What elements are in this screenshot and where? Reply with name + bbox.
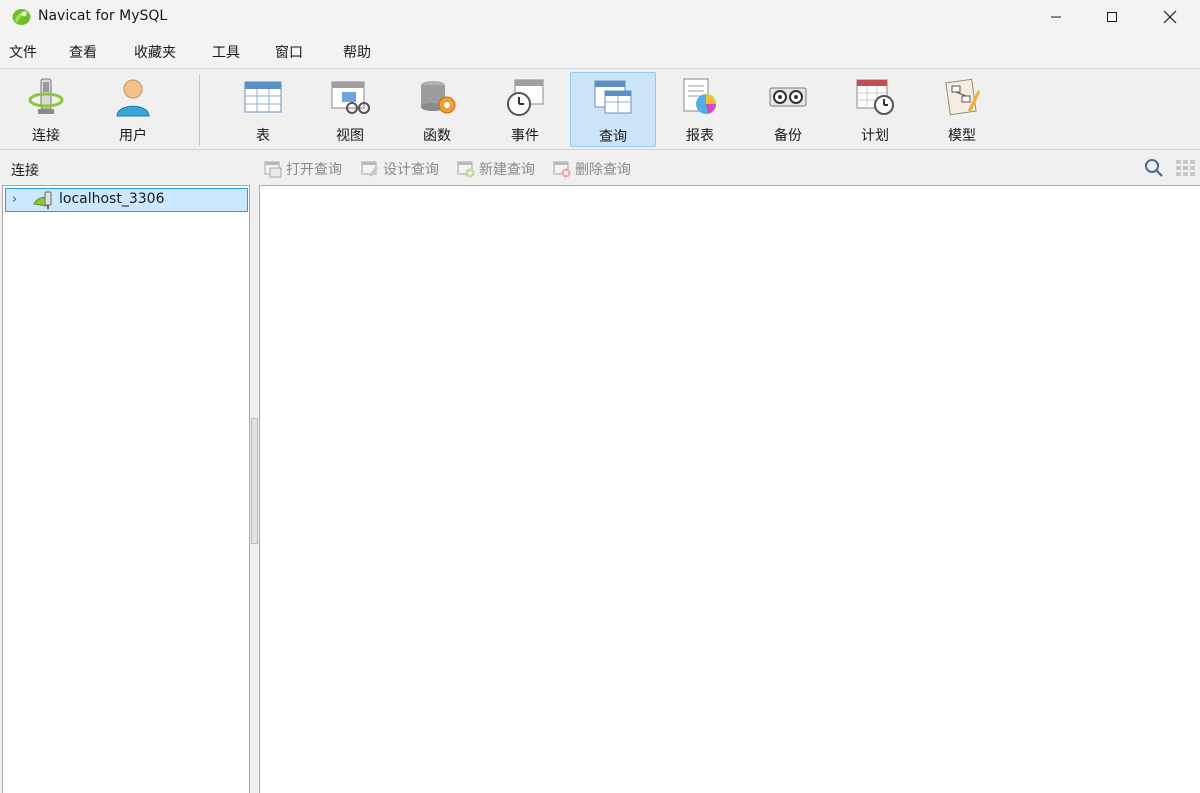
report-icon xyxy=(683,78,716,114)
backup-icon xyxy=(769,87,807,107)
open-query-icon xyxy=(264,161,282,178)
table-icon xyxy=(244,81,282,113)
open-query-button[interactable]: 打开查询 xyxy=(264,159,342,179)
query-icon xyxy=(594,80,632,114)
toolbar-schedule-button[interactable]: 计划 xyxy=(832,72,918,147)
minimize-icon xyxy=(1051,16,1061,18)
menu-file[interactable]: 文件 xyxy=(9,42,37,62)
toolbar-event-button[interactable]: 事件 xyxy=(482,72,568,147)
delete-query-icon xyxy=(553,161,571,178)
toolbar-view-button[interactable]: 视图 xyxy=(307,72,393,147)
toolbar-report-button[interactable]: 报表 xyxy=(657,72,743,147)
title-bar: Navicat for MySQL xyxy=(0,0,1200,34)
connection-tree[interactable]: › localhost_3306 xyxy=(2,185,250,793)
grid-view-icon[interactable] xyxy=(1174,158,1196,178)
toolbar-separator xyxy=(199,74,200,146)
model-icon xyxy=(945,78,980,116)
user-icon xyxy=(116,79,150,117)
toolbar-query-button[interactable]: 查询 xyxy=(570,72,656,147)
toolbar-connection-button[interactable]: 连接 xyxy=(3,72,89,147)
menu-help[interactable]: 帮助 xyxy=(343,42,371,62)
mysql-connection-icon xyxy=(33,191,52,209)
maximize-button[interactable] xyxy=(1089,0,1135,34)
function-icon xyxy=(421,81,456,114)
main-toolbar: 连接 用户 表 视图 函数 事件 查询 报表 备份 计划 模型 xyxy=(0,70,1200,150)
view-icon xyxy=(331,81,370,114)
close-icon xyxy=(1163,10,1177,24)
event-icon xyxy=(507,79,544,116)
connection-icon xyxy=(28,78,64,114)
menu-window[interactable]: 窗口 xyxy=(275,42,303,62)
window-title: Navicat for MySQL xyxy=(38,8,168,24)
delete-query-button[interactable]: 删除查询 xyxy=(553,159,631,179)
toolbar-user-button[interactable]: 用户 xyxy=(90,72,176,147)
search-icon[interactable] xyxy=(1144,158,1164,178)
chevron-right-icon[interactable]: › xyxy=(12,192,17,207)
connection-panel-title: 连接 xyxy=(11,163,39,179)
tree-item-localhost[interactable]: › localhost_3306 xyxy=(5,188,248,212)
toolbar-model-button[interactable]: 模型 xyxy=(919,72,1005,147)
menu-favorites[interactable]: 收藏夹 xyxy=(134,42,176,62)
close-button[interactable] xyxy=(1147,0,1193,34)
minimize-button[interactable] xyxy=(1033,0,1079,34)
splitter-grip[interactable] xyxy=(251,418,258,544)
toolbar-function-button[interactable]: 函数 xyxy=(394,72,480,147)
connection-panel-header: 连接 xyxy=(0,151,250,185)
design-query-icon xyxy=(361,161,378,177)
maximize-icon xyxy=(1107,12,1117,22)
menu-view[interactable]: 查看 xyxy=(69,42,97,62)
query-toolbar: 打开查询 设计查询 新建查询 删除查询 xyxy=(259,151,1200,185)
object-list-area[interactable] xyxy=(259,185,1200,793)
design-query-button[interactable]: 设计查询 xyxy=(361,159,439,179)
tree-item-label: localhost_3306 xyxy=(59,191,165,207)
schedule-icon xyxy=(856,79,894,115)
menu-tools[interactable]: 工具 xyxy=(212,42,240,62)
toolbar-backup-button[interactable]: 备份 xyxy=(745,72,831,147)
new-query-button[interactable]: 新建查询 xyxy=(457,159,535,179)
navicat-logo-icon xyxy=(12,9,31,25)
new-query-icon xyxy=(457,161,475,178)
panel-splitter[interactable] xyxy=(250,151,259,793)
toolbar-table-button[interactable]: 表 xyxy=(220,72,306,147)
menu-bar: 文件 查看 收藏夹 工具 窗口 帮助 xyxy=(0,34,1200,69)
